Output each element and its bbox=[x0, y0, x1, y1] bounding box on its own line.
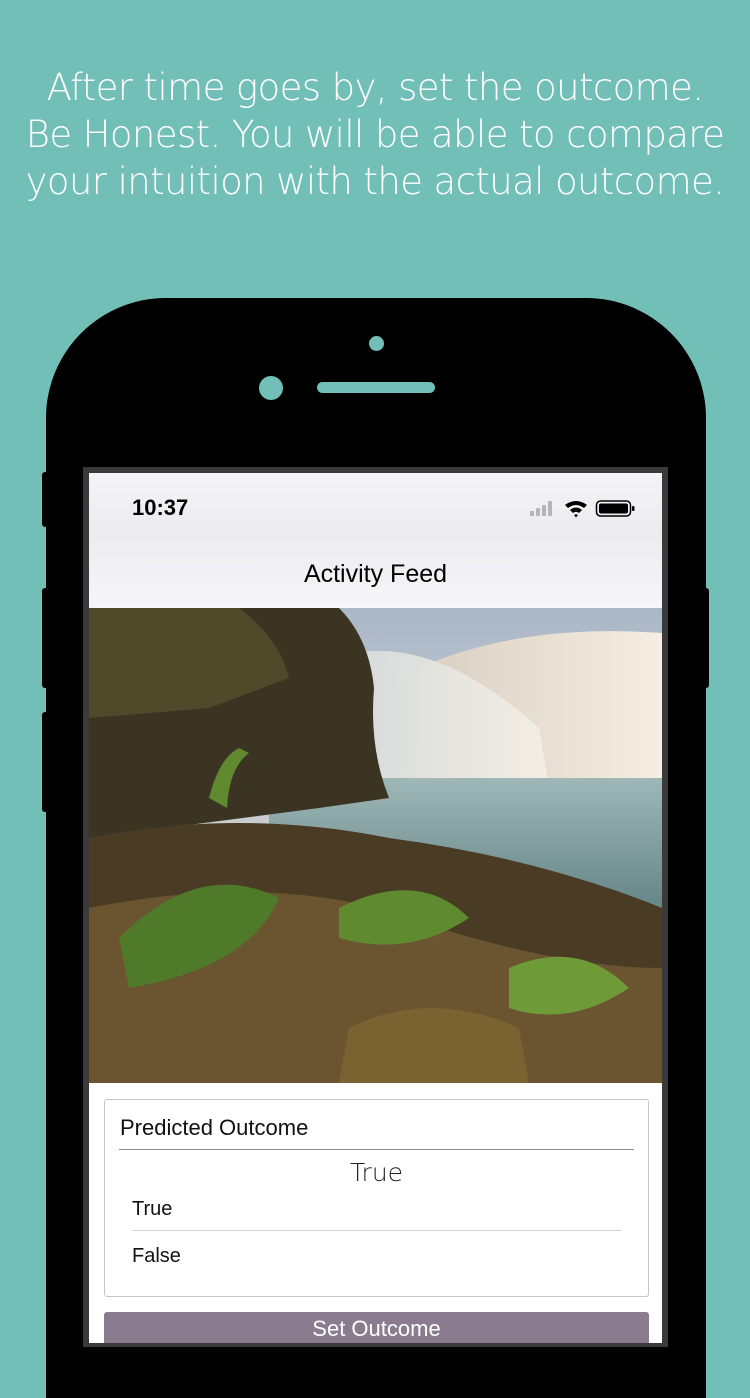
volume-down-button bbox=[42, 712, 48, 812]
feed-photo bbox=[89, 608, 662, 1083]
earpiece-speaker bbox=[317, 382, 435, 393]
outcome-card: Predicted Outcome True True False bbox=[104, 1099, 649, 1297]
divider bbox=[132, 1230, 621, 1231]
set-outcome-button[interactable]: Set Outcome bbox=[104, 1312, 649, 1343]
battery-icon bbox=[595, 500, 635, 517]
status-icons bbox=[530, 500, 635, 518]
power-button bbox=[703, 588, 709, 688]
status-time: 10:37 bbox=[132, 495, 189, 520]
outcome-option-false[interactable]: False bbox=[132, 1245, 181, 1268]
predicted-outcome-label: Predicted Outcome bbox=[120, 1115, 309, 1140]
page-title: Activity Feed bbox=[303, 560, 448, 588]
navigation-bar: 10:37 Activity Feed bbox=[89, 473, 662, 609]
outcome-option-true[interactable]: True bbox=[132, 1198, 172, 1221]
front-camera bbox=[259, 376, 283, 400]
divider bbox=[119, 1149, 634, 1150]
app-screen: 10:37 Activity Feed Predicted Outcome Tr… bbox=[89, 473, 662, 1343]
selected-outcome-value: True bbox=[349, 1158, 404, 1187]
volume-up-button bbox=[42, 588, 48, 688]
cellular-signal-icon bbox=[530, 501, 552, 516]
proximity-sensor bbox=[369, 336, 384, 351]
wifi-icon bbox=[565, 501, 587, 518]
mute-switch bbox=[42, 472, 48, 527]
promo-headline: After time goes by, set the outcome. Be … bbox=[25, 66, 725, 203]
